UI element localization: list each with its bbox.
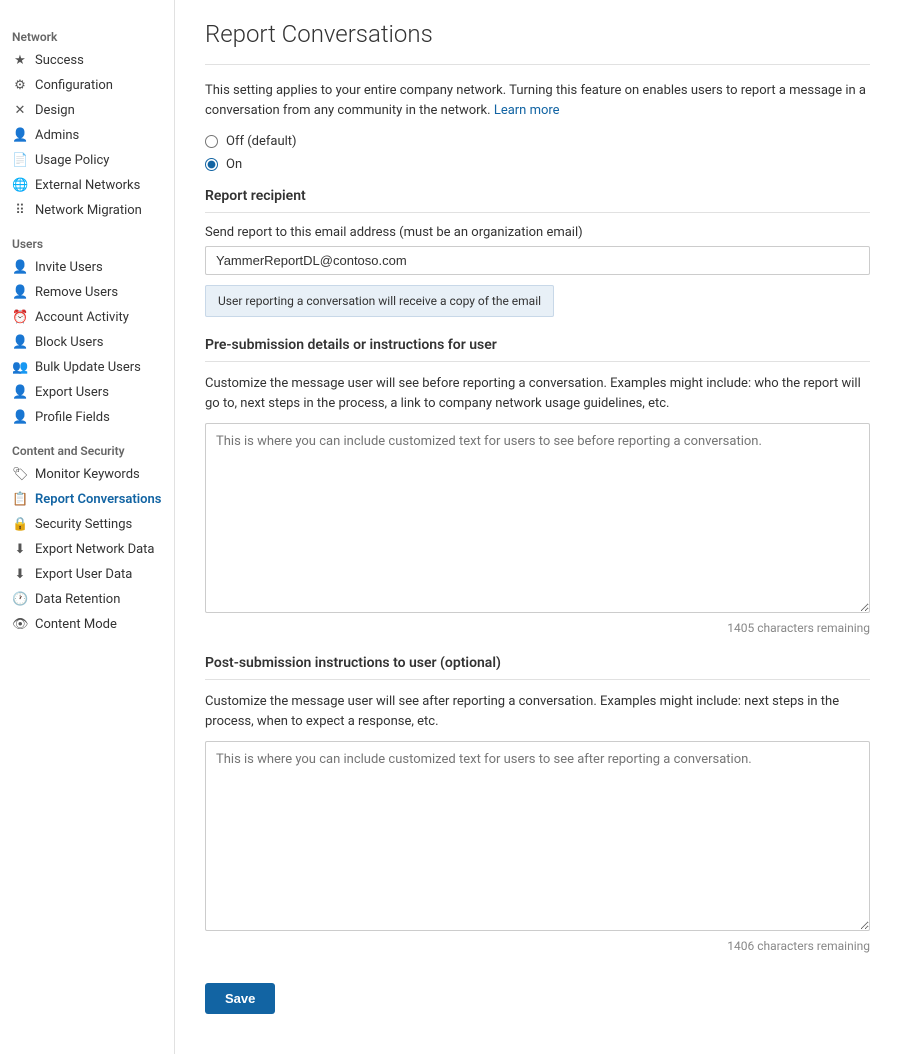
info-box: User reporting a conversation will recei… <box>205 285 554 317</box>
radio-on-label[interactable]: On <box>226 157 242 172</box>
sidebar-item-monitor-keywords[interactable]: 🏷 Monitor Keywords <box>0 462 174 487</box>
radio-off-input[interactable] <box>205 135 218 148</box>
page-title: Report Conversations <box>205 20 870 48</box>
sidebar-item-design[interactable]: ✕ Design <box>0 98 174 123</box>
export-network-icon: ⬇ <box>12 542 28 557</box>
bulk-icon: 👥 <box>12 360 28 375</box>
sidebar-item-block-users[interactable]: 👤 Block Users <box>0 330 174 355</box>
sidebar-item-data-retention[interactable]: 🕐 Data Retention <box>0 587 174 612</box>
feature-toggle-group: Off (default) On <box>205 134 870 172</box>
export-users-icon: 👤 <box>12 385 28 400</box>
sidebar-item-security-settings[interactable]: 🔒 Security Settings <box>0 512 174 537</box>
learn-more-link[interactable]: Learn more <box>494 103 560 118</box>
sidebar-item-external-networks[interactable]: 🌐 External Networks <box>0 173 174 198</box>
sidebar-item-network-migration[interactable]: ⠿ Network Migration <box>0 198 174 223</box>
post-submission-textarea[interactable] <box>205 741 870 931</box>
gear-icon: ⚙ <box>12 78 28 93</box>
sidebar-item-configuration[interactable]: ⚙ Configuration <box>0 73 174 98</box>
save-button[interactable]: Save <box>205 983 275 1014</box>
radio-off-label[interactable]: Off (default) <box>226 134 297 149</box>
pre-submission-chars: 1405 characters remaining <box>205 621 870 635</box>
email-input[interactable] <box>205 246 870 275</box>
pre-submission-textarea[interactable] <box>205 423 870 613</box>
invite-icon: 👤 <box>12 260 28 275</box>
sidebar-item-usage-policy[interactable]: 📄 Usage Policy <box>0 148 174 173</box>
sidebar-item-bulk-update[interactable]: 👥 Bulk Update Users <box>0 355 174 380</box>
monitor-icon: 🏷 <box>12 467 28 482</box>
pre-submission-heading: Pre-submission details or instructions f… <box>205 337 870 362</box>
content-section-label: Content and Security <box>0 430 174 462</box>
pre-submission-description: Customize the message user will see befo… <box>205 374 870 413</box>
sidebar-item-admins[interactable]: 👤 Admins <box>0 123 174 148</box>
eye-icon: 👁 <box>12 617 28 632</box>
retention-icon: 🕐 <box>12 592 28 607</box>
sidebar-item-invite-users[interactable]: 👤 Invite Users <box>0 255 174 280</box>
radio-on-option: On <box>205 157 870 172</box>
post-submission-heading: Post-submission instructions to user (op… <box>205 655 870 680</box>
admins-icon: 👤 <box>12 128 28 143</box>
sidebar-item-content-mode[interactable]: 👁 Content Mode <box>0 612 174 637</box>
sidebar-item-profile-fields[interactable]: 👤 Profile Fields <box>0 405 174 430</box>
post-submission-description: Customize the message user will see afte… <box>205 692 870 731</box>
sidebar-item-export-network-data[interactable]: ⬇ Export Network Data <box>0 537 174 562</box>
design-icon: ✕ <box>12 103 28 118</box>
policy-icon: 📄 <box>12 153 28 168</box>
block-icon: 👤 <box>12 335 28 350</box>
users-section-label: Users <box>0 223 174 255</box>
success-icon: ★ <box>12 53 28 68</box>
report-recipient-heading: Report recipient <box>205 188 870 213</box>
export-user-data-icon: ⬇ <box>12 567 28 582</box>
migration-icon: ⠿ <box>12 203 28 218</box>
activity-icon: ⏰ <box>12 310 28 325</box>
radio-on-input[interactable] <box>205 158 218 171</box>
report-icon: 📋 <box>12 492 28 507</box>
sidebar-item-export-users[interactable]: 👤 Export Users <box>0 380 174 405</box>
remove-user-icon: 👤 <box>12 285 28 300</box>
sidebar-item-remove-users[interactable]: 👤 Remove Users <box>0 280 174 305</box>
email-field-label: Send report to this email address (must … <box>205 225 870 240</box>
globe-icon: 🌐 <box>12 178 28 193</box>
sidebar-item-success[interactable]: ★ Success <box>0 48 174 73</box>
sidebar-item-export-user-data[interactable]: ⬇ Export User Data <box>0 562 174 587</box>
lock-icon: 🔒 <box>12 517 28 532</box>
post-submission-chars: 1406 characters remaining <box>205 939 870 953</box>
title-divider <box>205 64 870 65</box>
sidebar-item-report-conversations[interactable]: 📋 Report Conversations <box>0 487 174 512</box>
network-section-label: Network <box>0 16 174 48</box>
main-content: Report Conversations This setting applie… <box>175 0 900 1054</box>
sidebar-item-account-activity[interactable]: ⏰ Account Activity <box>0 305 174 330</box>
main-description: This setting applies to your entire comp… <box>205 81 870 120</box>
radio-off-option: Off (default) <box>205 134 870 149</box>
profile-icon: 👤 <box>12 410 28 425</box>
sidebar: Network ★ Success ⚙ Configuration ✕ Desi… <box>0 0 175 1054</box>
